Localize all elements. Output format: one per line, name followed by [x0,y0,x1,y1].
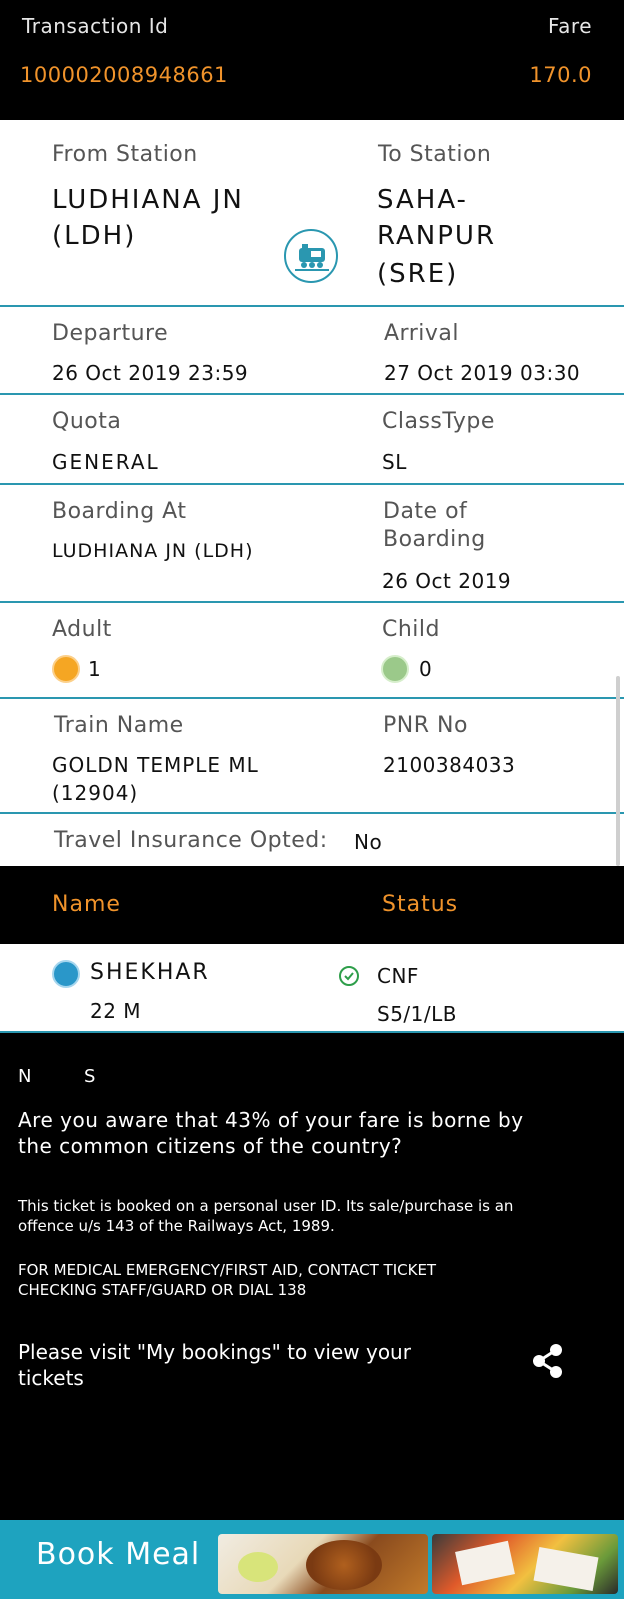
to-station-line2: RANPUR [377,221,497,251]
medical-note-line2: CHECKING STAFF/GUARD OR DIAL 138 [18,1281,307,1299]
date-of-boarding-label-2: Boarding [383,527,486,552]
notes-section: N S Are you aware that 43% of your fare … [0,1033,624,1520]
passenger-name: SHEKHAR [90,960,210,985]
from-station-name: LUDHIANA JN [52,185,244,215]
quota-section: Quota GENERAL ClassType SL [0,395,624,483]
train-icon [284,229,338,283]
pnr-value: 2100384033 [383,753,516,777]
table-row: SHEKHAR 22 M CNF S5/1/LB [0,944,624,1032]
to-station-code: (SRE) [377,259,459,289]
food-image [432,1534,618,1594]
medical-note-line1: FOR MEDICAL EMERGENCY/FIRST AID, CONTACT… [18,1261,437,1279]
departure-label: Departure [52,321,169,346]
boarding-at-value: LUDHIANA JN (LDH) [52,540,254,562]
class-type-value: SL [382,450,407,474]
train-section: Train Name GOLDN TEMPLE ML (12904) PNR N… [0,699,624,813]
passenger-age-gender: 22 M [90,999,142,1023]
share-icon[interactable] [528,1341,568,1381]
passenger-count-section: Adult 1 Child 0 [0,603,624,697]
food-image [218,1534,428,1594]
boarding-at-label: Boarding At [52,499,187,524]
book-meal-label[interactable]: Book Meal [36,1537,200,1572]
child-count: 0 [419,657,433,681]
arrival-value: 27 Oct 2019 03:30 [384,361,581,385]
to-station-line1: SAHA- [377,185,468,215]
insurance-section: Travel Insurance Opted: No [0,814,624,866]
ns-s-label: S [84,1066,96,1087]
personal-id-note-line2: offence u/s 143 of the Railways Act, 198… [18,1217,335,1235]
subsidy-note-line1: Are you aware that 43% of your fare is b… [18,1108,524,1132]
transaction-id-label: Transaction Id [22,14,169,38]
ns-n-label: N [18,1066,32,1087]
visit-bookings-line1: Please visit "My bookings" to view your [18,1340,411,1364]
fare-value: 170.0 [529,63,592,87]
timing-section: Departure 26 Oct 2019 23:59 Arrival 27 O… [0,307,624,393]
passenger-table-header: Name Status [0,866,624,944]
boarding-section: Boarding At LUDHIANA JN (LDH) Date of Bo… [0,485,624,601]
adult-count: 1 [88,657,102,681]
train-name-value: GOLDN TEMPLE ML [52,753,259,777]
departure-value: 26 Oct 2019 23:59 [52,361,249,385]
scrollbar[interactable] [616,676,620,866]
child-avatar-icon [381,655,409,683]
berth-value: S5/1/LB [377,1002,457,1026]
date-of-boarding-value: 26 Oct 2019 [382,569,512,593]
quota-label: Quota [52,409,122,434]
to-station-label: To Station [378,142,492,167]
class-type-label: ClassType [382,409,495,434]
arrival-label: Arrival [384,321,459,346]
fare-label: Fare [547,14,592,38]
check-icon [339,966,359,986]
adult-avatar-icon [52,655,80,683]
ticket-header: Transaction Id Fare 100002008948661 170.… [0,0,624,120]
train-name-label: Train Name [54,713,184,738]
subsidy-note-line2: the common citizens of the country? [18,1134,403,1158]
transaction-id-value: 100002008948661 [20,63,228,87]
child-label: Child [382,617,440,642]
name-column-header: Name [52,892,121,917]
date-of-boarding-label: Date of [383,499,468,524]
visit-bookings-line2: tickets [18,1366,84,1390]
train-number-value: (12904) [52,781,139,805]
adult-label: Adult [52,617,112,642]
book-meal-banner[interactable]: Book Meal [0,1520,624,1599]
quota-value: GENERAL [52,450,160,474]
booking-status: CNF [377,964,419,988]
insurance-label: Travel Insurance Opted: [54,828,328,853]
from-station-label: From Station [52,142,198,167]
personal-id-note-line1: This ticket is booked on a personal user… [18,1197,514,1215]
status-column-header: Status [382,892,459,917]
user-avatar-icon [52,960,80,988]
from-station-code: (LDH) [52,221,137,251]
pnr-label: PNR No [383,713,468,738]
insurance-value: No [354,830,383,854]
